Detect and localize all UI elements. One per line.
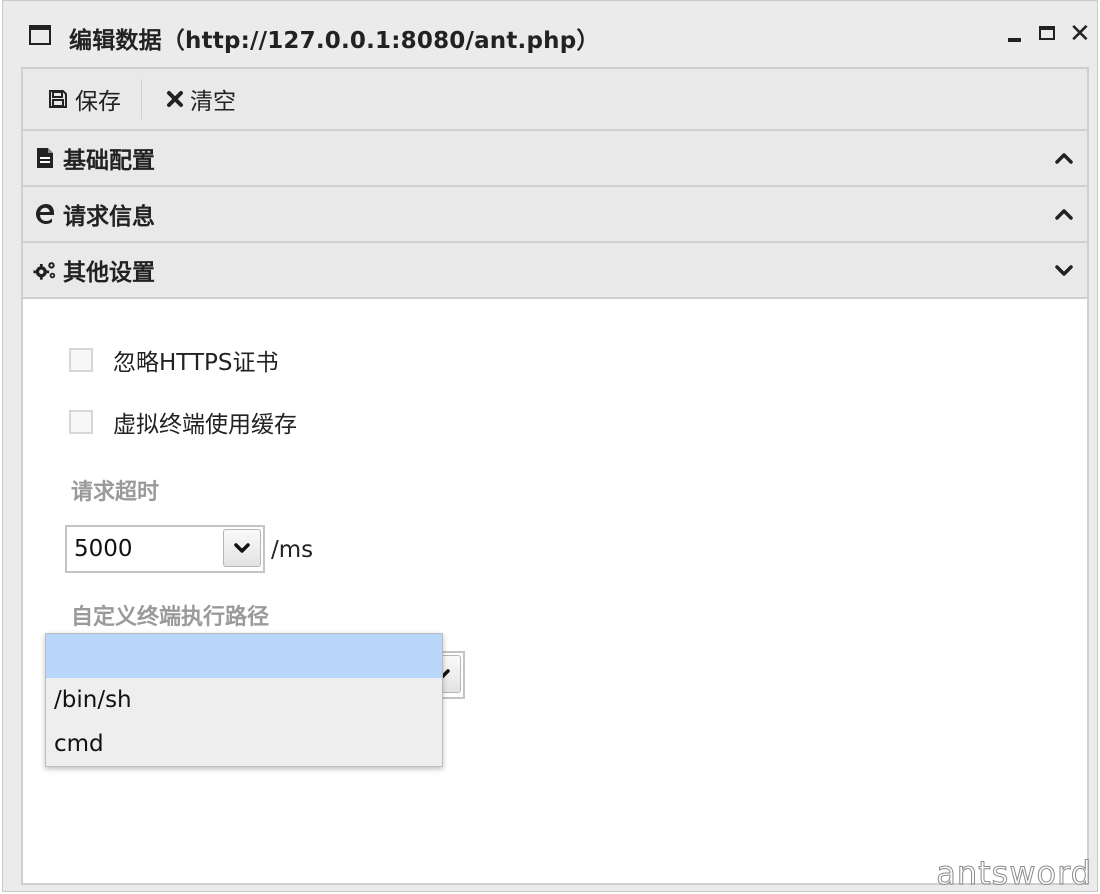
- terminal-path-dropdown-list: /bin/sh cmd: [45, 633, 443, 767]
- chevron-down-icon: [234, 543, 250, 553]
- window-controls: ✕: [1005, 21, 1091, 47]
- window-icon: [29, 25, 51, 45]
- toolbar: 保存 清空: [23, 69, 1087, 131]
- minimize-icon[interactable]: [1005, 23, 1025, 45]
- clear-label: 清空: [190, 89, 236, 115]
- chevron-down-icon: [1055, 265, 1073, 276]
- timeout-value: 5000: [74, 536, 133, 562]
- file-text-icon: [33, 147, 57, 169]
- chevron-up-icon: [1055, 209, 1073, 220]
- gears-icon: [33, 259, 57, 281]
- dropdown-option[interactable]: [46, 634, 442, 678]
- ignore-https-label: 忽略HTTPS证书: [113, 350, 279, 376]
- clear-button[interactable]: 清空: [142, 69, 256, 129]
- maximize-icon[interactable]: [1037, 23, 1057, 45]
- dropdown-option[interactable]: /bin/sh: [46, 678, 442, 722]
- save-icon: [49, 90, 67, 108]
- edit-data-window: 编辑数据（http://127.0.0.1:8080/ant.php） ✕ 保存: [2, 0, 1098, 892]
- timeout-unit: /ms: [271, 537, 314, 563]
- clear-icon: [167, 91, 183, 107]
- timeout-combo[interactable]: 5000: [65, 525, 265, 573]
- terminal-path-label: 自定义终端执行路径: [71, 605, 270, 630]
- timeout-dropdown-button[interactable]: [223, 529, 261, 567]
- terminal-cache-checkbox[interactable]: [69, 410, 93, 434]
- accordion-basic-label: 基础配置: [63, 148, 155, 174]
- window-title: 编辑数据（http://127.0.0.1:8080/ant.php）: [69, 28, 600, 54]
- accordion-other-label: 其他设置: [63, 260, 155, 286]
- ignore-https-checkbox[interactable]: [69, 348, 93, 372]
- terminal-cache-row: 虚拟终端使用缓存: [69, 405, 297, 439]
- close-icon[interactable]: ✕: [1069, 21, 1091, 47]
- ignore-https-row: 忽略HTTPS证书: [69, 343, 278, 377]
- accordion-other-settings[interactable]: 其他设置: [23, 243, 1087, 299]
- terminal-cache-label: 虚拟终端使用缓存: [113, 412, 297, 438]
- save-label: 保存: [75, 89, 121, 115]
- chevron-up-icon: [1055, 153, 1073, 164]
- title-bar: 编辑数据（http://127.0.0.1:8080/ant.php） ✕: [3, 1, 1097, 67]
- watermark: antsword: [936, 854, 1092, 893]
- other-settings-body: 忽略HTTPS证书 虚拟终端使用缓存 请求超时 5000 /ms 自定义终端执行…: [23, 299, 1087, 877]
- accordion-request-label: 请求信息: [63, 204, 155, 230]
- dropdown-option[interactable]: cmd: [46, 722, 442, 766]
- accordion-basic-config[interactable]: 基础配置: [23, 131, 1087, 187]
- request-timeout-label: 请求超时: [71, 480, 160, 505]
- save-button[interactable]: 保存: [23, 69, 141, 129]
- edge-browser-icon: [33, 202, 57, 226]
- accordion-request-info[interactable]: 请求信息: [23, 187, 1087, 243]
